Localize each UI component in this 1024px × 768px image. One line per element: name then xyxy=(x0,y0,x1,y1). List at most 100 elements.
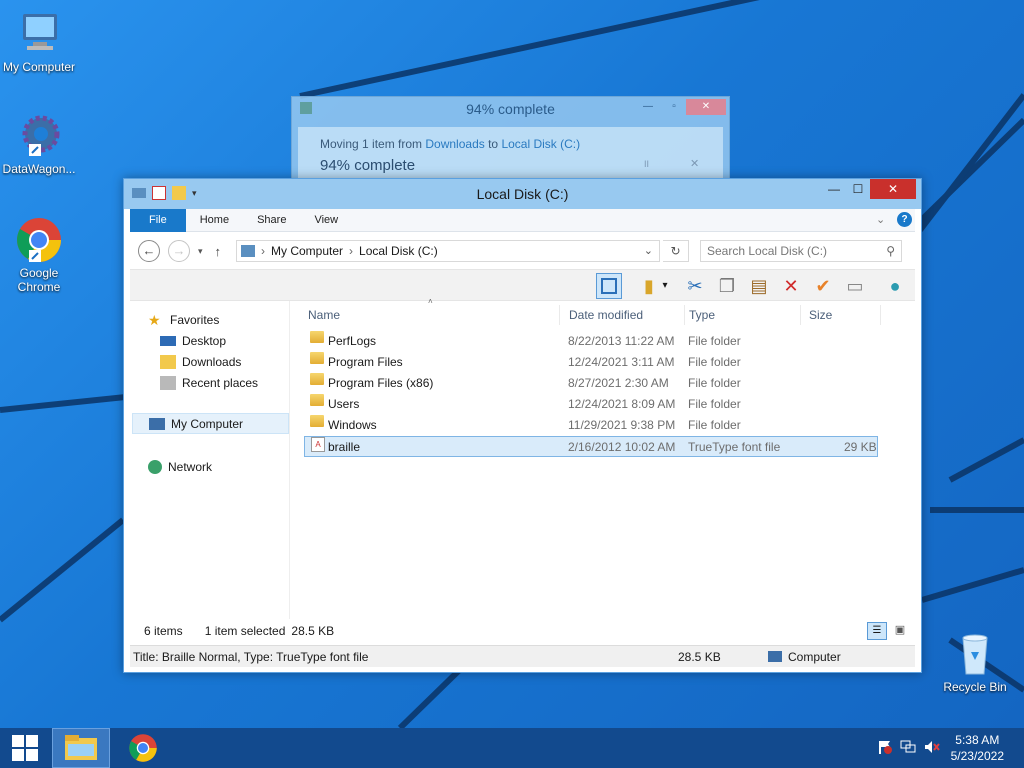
address-bar[interactable]: › My Computer › Local Disk (C:) ⌄ xyxy=(236,240,660,262)
new-folder-icon[interactable] xyxy=(172,186,186,200)
chevron-down-icon[interactable]: ▾ xyxy=(192,188,197,199)
status-bar: 6 items 1 item selected 28.5 KB ☰ ▣ xyxy=(130,619,915,643)
file-date: 12/24/2021 3:11 AM xyxy=(568,355,675,369)
back-button[interactable]: ← xyxy=(138,240,160,262)
search-input[interactable]: Search Local Disk (C:) ⚲ xyxy=(700,240,902,262)
recent-locations-icon[interactable]: ▾ xyxy=(198,246,203,257)
network-tray-icon[interactable] xyxy=(900,740,916,754)
column-header-date[interactable]: Date modified xyxy=(565,305,685,325)
desktop-icon-label: My Computer xyxy=(2,60,76,74)
chevron-down-icon[interactable]: ▾ xyxy=(658,273,672,299)
address-separator: › xyxy=(349,244,354,258)
nav-label: Recent places xyxy=(182,375,259,390)
computer-icon xyxy=(768,651,782,662)
pause-button[interactable]: II xyxy=(644,159,649,169)
ribbon-expand-icon[interactable]: ⌄ xyxy=(876,213,885,226)
table-row[interactable]: PerfLogs 8/22/2013 11:22 AM File folder xyxy=(304,331,878,352)
up-button[interactable]: ↑ xyxy=(215,244,222,259)
taskbar-chrome[interactable] xyxy=(114,728,172,768)
explorer-titlebar[interactable]: ▾ Local Disk (C:) — ☐ ✕ xyxy=(124,179,921,209)
file-size: 29 KB xyxy=(844,440,877,454)
desktop-icon-my-computer[interactable]: My Computer xyxy=(1,10,77,74)
folder-icon xyxy=(310,394,324,406)
start-button[interactable] xyxy=(0,728,50,768)
desktop-icon-label: Google Chrome xyxy=(17,266,61,294)
file-name: PerfLogs xyxy=(328,334,377,348)
file-name: Users xyxy=(328,397,360,411)
forward-button[interactable]: → xyxy=(168,240,190,262)
minimize-button[interactable]: — xyxy=(638,99,658,115)
desktop-icon xyxy=(160,335,176,346)
moving-prefix: Moving 1 item from xyxy=(320,137,423,151)
nav-downloads[interactable]: Downloads xyxy=(160,351,317,372)
delete-icon[interactable]: ✕ xyxy=(778,273,804,299)
quick-access-toolbar: ▾ xyxy=(132,186,197,200)
progress-dialog-titlebar: 94% complete — ▫ ✕ xyxy=(292,97,729,121)
progress-description: Moving 1 item from Downloads to Local Di… xyxy=(320,137,701,151)
globe-icon[interactable]: ● xyxy=(882,273,908,299)
table-row[interactable]: Users 12/24/2021 8:09 AM File folder xyxy=(304,394,878,415)
large-icons-view-button[interactable]: ▣ xyxy=(890,622,910,640)
taskbar: 5:38 AM 5/23/2022 xyxy=(0,728,1024,768)
close-button[interactable]: ✕ xyxy=(686,99,726,115)
drive-icon[interactable] xyxy=(132,188,146,198)
nav-favorites[interactable]: ★ Favorites xyxy=(148,309,305,330)
computer-icon xyxy=(149,417,165,430)
clock-time: 5:38 AM xyxy=(955,733,1000,747)
nav-network[interactable]: Network xyxy=(148,456,305,477)
navigation-pane: ★ Favorites Desktop Downloads Recent pla… xyxy=(130,301,290,619)
checkmark-icon[interactable]: ✔ xyxy=(810,273,836,299)
file-name: Program Files (x86) xyxy=(328,376,434,390)
paste-icon[interactable]: ▤ xyxy=(746,273,772,299)
search-icon[interactable]: ⚲ xyxy=(886,244,895,258)
preview-pane-button[interactable] xyxy=(596,273,622,299)
tab-share[interactable]: Share xyxy=(243,209,300,232)
table-row[interactable]: A braille 2/16/2012 10:02 AM TrueType fo… xyxy=(304,436,878,457)
volume-muted-icon[interactable] xyxy=(924,740,940,754)
desktop-icon-google-chrome[interactable]: Google Chrome xyxy=(1,216,77,294)
computer-icon xyxy=(241,245,255,257)
maximize-button[interactable]: ☐ xyxy=(844,179,872,199)
source-link[interactable]: Downloads xyxy=(425,137,484,151)
destination-link[interactable]: Local Disk (C:) xyxy=(501,137,580,151)
table-row[interactable]: Windows 11/29/2021 9:38 PM File folder xyxy=(304,415,878,436)
tab-file[interactable]: File xyxy=(130,208,186,232)
desktop-icon-recycle-bin[interactable]: Recycle Bin xyxy=(937,630,1013,694)
copy-icon[interactable]: ❐ xyxy=(714,273,740,299)
properties-icon[interactable] xyxy=(152,186,166,200)
system-clock[interactable]: 5:38 AM 5/23/2022 xyxy=(951,732,1004,764)
nav-desktop[interactable]: Desktop xyxy=(160,330,317,351)
refresh-button[interactable]: ↻ xyxy=(663,240,689,262)
column-header-name[interactable]: Name xyxy=(304,305,560,325)
details-view-button[interactable]: ☰ xyxy=(867,622,887,640)
window-title: Local Disk (C:) xyxy=(476,186,569,202)
column-header-size[interactable]: Size xyxy=(805,305,881,325)
column-header-type[interactable]: Type xyxy=(685,305,801,325)
desktop-icon-datawagon[interactable]: DataWagon... xyxy=(1,112,77,176)
close-button[interactable]: ✕ xyxy=(870,179,916,199)
help-icon[interactable]: ? xyxy=(897,212,912,227)
address-history-icon[interactable]: ⌄ xyxy=(644,244,653,257)
tab-home[interactable]: Home xyxy=(186,209,243,232)
action-center-flag-icon[interactable] xyxy=(878,740,892,754)
breadcrumb-my-computer[interactable]: My Computer xyxy=(271,244,343,258)
chrome-icon xyxy=(129,734,157,762)
breadcrumb-local-disk[interactable]: Local Disk (C:) xyxy=(359,244,438,258)
windows-icon xyxy=(12,735,38,761)
tab-view[interactable]: View xyxy=(300,209,352,232)
taskbar-file-explorer[interactable] xyxy=(52,728,110,768)
nav-label: My Computer xyxy=(171,416,244,431)
cut-icon[interactable]: ✂ xyxy=(682,273,708,299)
maximize-button[interactable]: ▫ xyxy=(664,99,684,115)
file-date: 11/29/2021 9:38 PM xyxy=(568,418,676,432)
details-bar: Title: Braille Normal, Type: TrueType fo… xyxy=(130,645,915,667)
cancel-button[interactable]: ✕ xyxy=(690,157,699,170)
nav-my-computer[interactable]: My Computer xyxy=(132,413,289,434)
file-date: 12/24/2021 8:09 AM xyxy=(568,397,676,411)
nav-recent-places[interactable]: Recent places xyxy=(160,372,317,393)
file-type: File folder xyxy=(688,334,741,348)
table-row[interactable]: Program Files (x86) 8/27/2021 2:30 AM Fi… xyxy=(304,373,878,394)
search-placeholder: Search Local Disk (C:) xyxy=(707,244,828,258)
rename-icon[interactable]: ▭ xyxy=(842,273,868,299)
table-row[interactable]: Program Files 12/24/2021 3:11 AM File fo… xyxy=(304,352,878,373)
